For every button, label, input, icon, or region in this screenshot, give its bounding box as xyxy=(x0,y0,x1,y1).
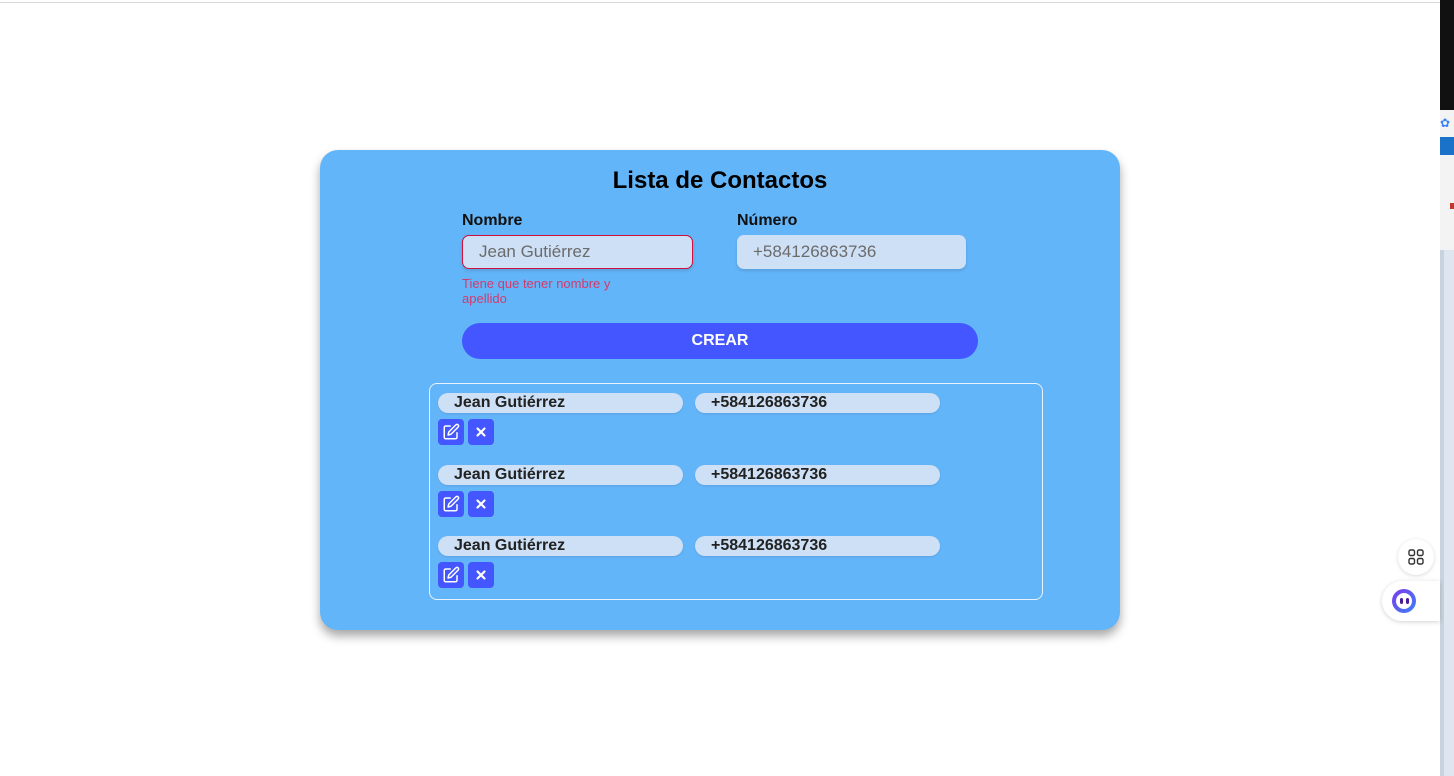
list-item: Jean Gutiérrez +584126863736 xyxy=(438,536,1038,590)
top-divider xyxy=(0,2,1440,3)
delete-button[interactable] xyxy=(468,491,494,517)
contact-number: +584126863736 xyxy=(695,393,940,413)
edit-icon xyxy=(443,566,460,583)
name-error-message: Tiene que tener nombre y apellido xyxy=(462,276,611,306)
list-item: Jean Gutiérrez +584126863736 xyxy=(438,393,1038,447)
delete-button[interactable] xyxy=(468,562,494,588)
apps-button[interactable] xyxy=(1398,539,1434,575)
contact-card: Lista de Contactos Nombre Tiene que tene… xyxy=(320,150,1120,630)
assistant-button[interactable] xyxy=(1382,581,1440,621)
edit-button[interactable] xyxy=(438,419,464,445)
edit-button[interactable] xyxy=(438,562,464,588)
name-label: Nombre xyxy=(462,212,523,229)
delete-button[interactable] xyxy=(468,419,494,445)
close-icon xyxy=(476,570,486,580)
page-title: Lista de Contactos xyxy=(612,167,828,194)
contact-number: +584126863736 xyxy=(695,536,940,556)
apps-grid-icon xyxy=(1408,549,1424,565)
create-button[interactable]: CREAR xyxy=(462,323,978,359)
name-input[interactable] xyxy=(462,235,693,269)
contact-number: +584126863736 xyxy=(695,465,940,485)
number-label: Número xyxy=(737,212,798,229)
edit-button[interactable] xyxy=(438,491,464,517)
close-icon xyxy=(476,499,486,509)
list-item: Jean Gutiérrez +584126863736 xyxy=(438,465,1038,519)
adjacent-frame-edge xyxy=(1440,250,1454,776)
number-input[interactable] xyxy=(737,235,966,269)
extension-icon[interactable]: ✿ xyxy=(1440,116,1450,130)
contact-name: Jean Gutiérrez xyxy=(438,465,683,485)
contact-list: Jean Gutiérrez +584126863736 Jean Gutiér… xyxy=(429,383,1043,600)
close-icon xyxy=(476,427,486,437)
edit-icon xyxy=(443,423,460,440)
adjacent-blue-tab[interactable] xyxy=(1440,137,1454,155)
contact-name: Jean Gutiérrez xyxy=(438,536,683,556)
adjacent-marker xyxy=(1450,203,1454,209)
contact-name: Jean Gutiérrez xyxy=(438,393,683,413)
page: ✿ Lista de Contactos Nombre Tiene que te… xyxy=(0,0,1454,776)
adjacent-window-edge xyxy=(1440,0,1454,110)
assistant-bot-icon xyxy=(1392,589,1416,613)
edit-icon xyxy=(443,495,460,512)
